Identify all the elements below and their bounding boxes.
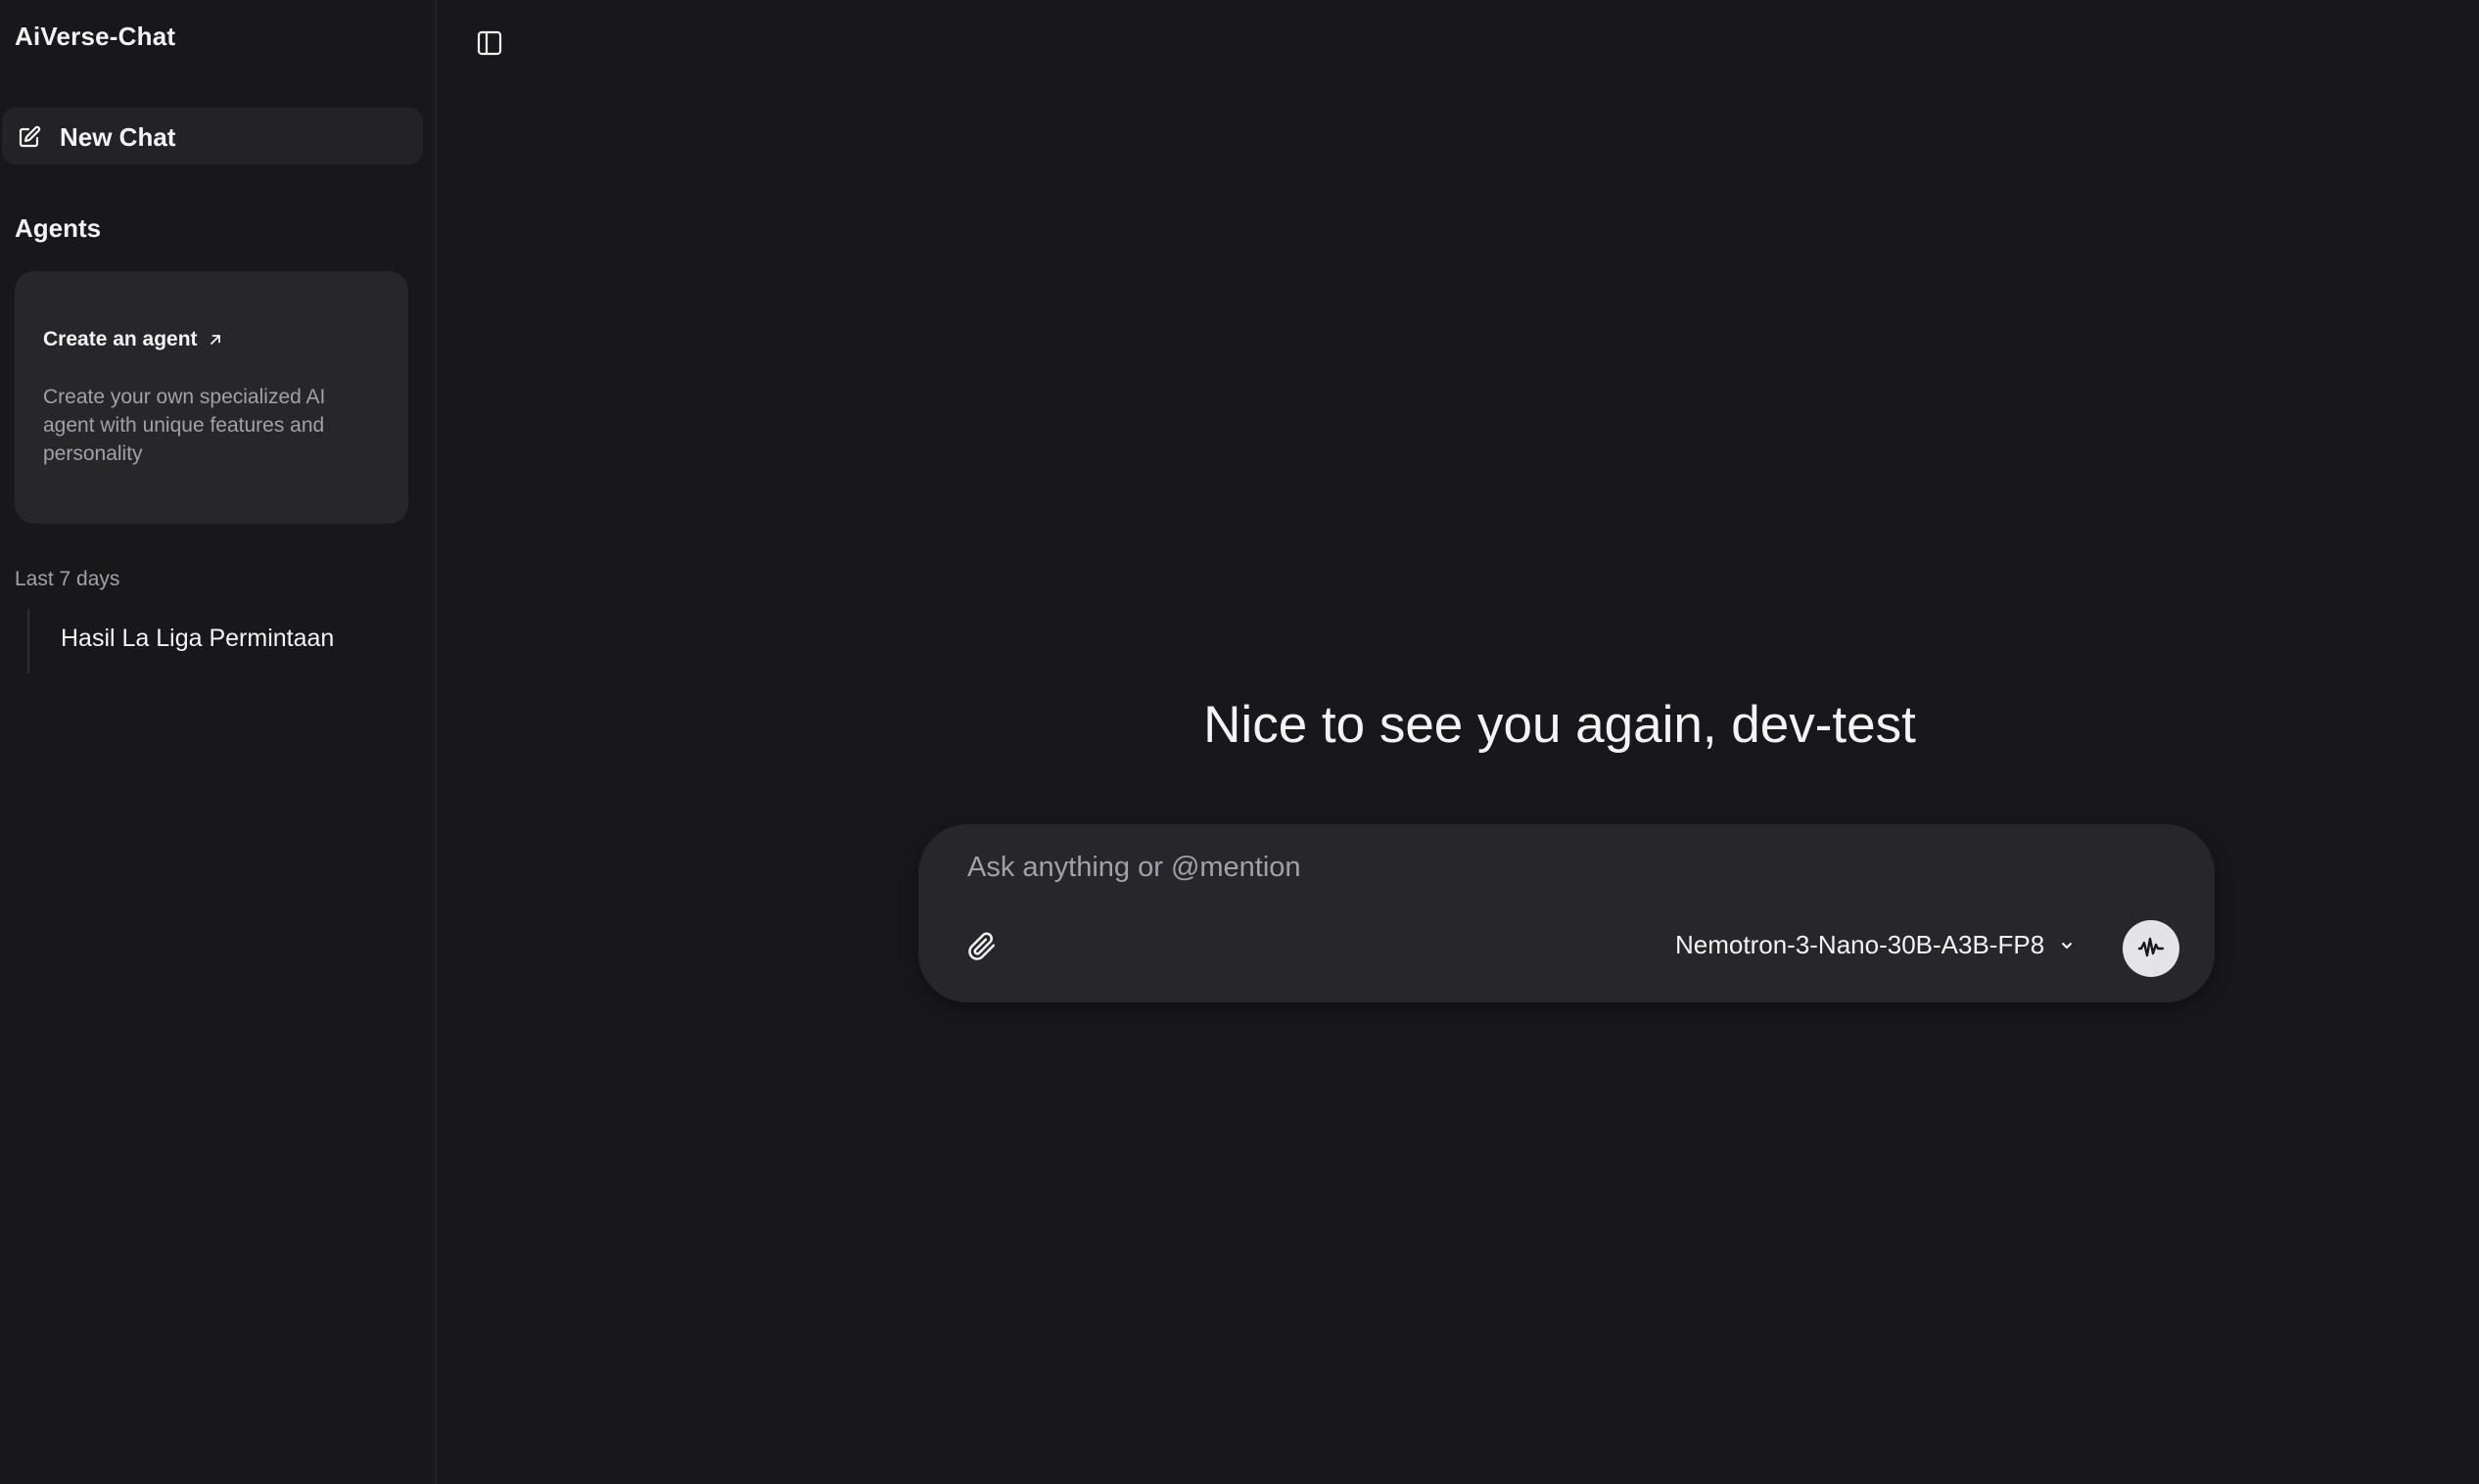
chat-composer: Nemotron-3-Nano-30B-A3B-FP8 — [918, 824, 2215, 1002]
chat-history-item[interactable]: Hasil La Liga Permintaan — [61, 625, 334, 653]
attach-file-button[interactable] — [967, 932, 997, 961]
create-agent-title: Create an agent — [43, 328, 198, 350]
sidebar: AiVerse-Chat New Chat Agents Create an a… — [0, 0, 437, 1484]
agents-section-title: Agents — [15, 213, 102, 243]
create-agent-description: Create your own specialized AI agent wit… — [43, 386, 326, 465]
chevron-down-icon — [2062, 942, 2073, 949]
message-input[interactable] — [967, 846, 2142, 889]
app-title: AiVerse-Chat — [15, 22, 176, 51]
new-chat-label: New Chat — [60, 122, 176, 152]
create-agent-card[interactable]: Create an agent Create your own speciali… — [15, 271, 408, 524]
sidebar-panel-icon — [477, 30, 502, 56]
create-agent-link[interactable]: Create an agent — [43, 328, 223, 351]
history-group-label: Last 7 days — [15, 568, 120, 590]
model-selector[interactable]: Nemotron-3-Nano-30B-A3B-FP8 — [1675, 930, 2076, 960]
app-window: AiVerse-Chat New Chat Agents Create an a… — [0, 0, 2479, 1484]
paperclip-icon — [968, 932, 995, 960]
chat-history-list: Hasil La Liga Permintaan — [27, 609, 419, 673]
audio-waveform-icon — [2137, 937, 2165, 957]
voice-input-button[interactable] — [2123, 920, 2179, 977]
arrow-up-right-icon — [210, 335, 220, 345]
edit-square-icon — [18, 125, 41, 149]
toggle-sidebar-button[interactable] — [476, 29, 503, 57]
new-chat-button[interactable]: New Chat — [2, 108, 423, 164]
model-selector-label: Nemotron-3-Nano-30B-A3B-FP8 — [1675, 930, 2045, 959]
greeting-heading: Nice to see you again, dev-test — [1203, 696, 1916, 754]
